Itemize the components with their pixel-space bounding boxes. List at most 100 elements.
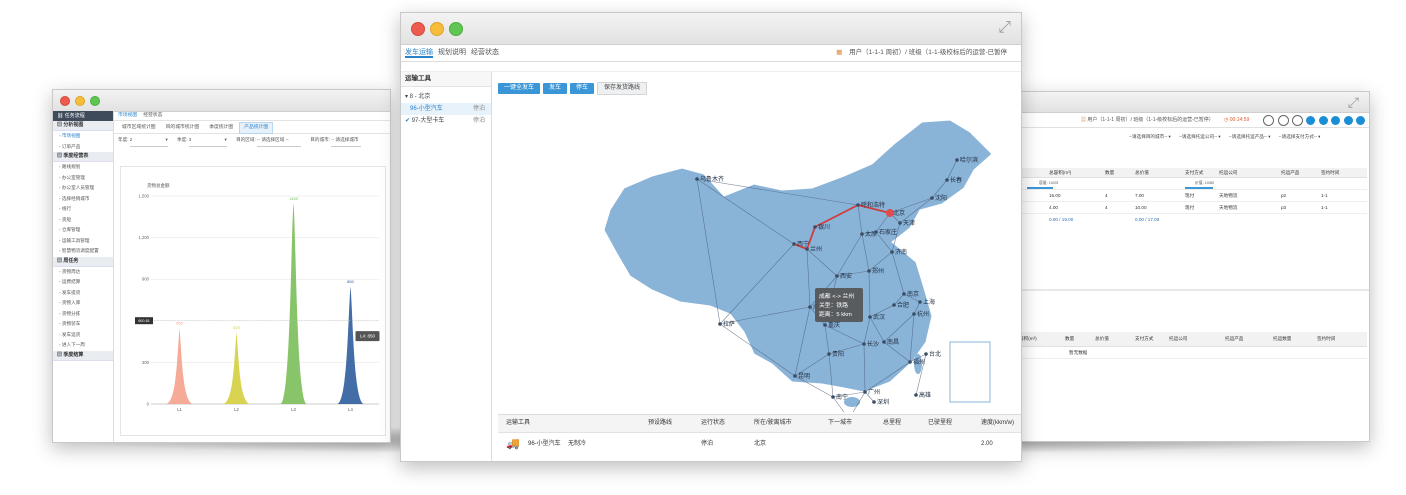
table-row[interactable]: 4.00 4 10.00 现付 天地物流 p3 1-1 bbox=[1019, 202, 1367, 214]
tab-chart[interactable]: 产品统计图 bbox=[239, 122, 274, 134]
city-marker[interactable] bbox=[882, 340, 886, 344]
column-header[interactable]: 已驶里程 bbox=[928, 415, 952, 432]
city-marker[interactable] bbox=[918, 300, 922, 304]
sidebar-item[interactable]: ◦ 货船 bbox=[53, 215, 113, 226]
filter-select[interactable]: --请选择托运公司-- ▾ bbox=[1179, 134, 1221, 139]
column-header[interactable]: 预设路线 bbox=[648, 415, 672, 432]
city-marker[interactable] bbox=[792, 242, 796, 246]
sidebar-item[interactable]: ◦ 路线规划 bbox=[53, 162, 113, 173]
series-peak[interactable] bbox=[166, 327, 193, 404]
sidebar-item[interactable]: ◦ 货物分拣 bbox=[53, 309, 113, 320]
column-header[interactable]: 所在/驶离城市 bbox=[754, 415, 792, 432]
city-marker[interactable] bbox=[827, 352, 831, 356]
close-icon[interactable] bbox=[411, 22, 425, 36]
column-header[interactable]: 数量 bbox=[1105, 168, 1114, 177]
sidebar-item[interactable]: ◦ 货物周达 bbox=[53, 267, 113, 278]
cloud-icon[interactable] bbox=[1343, 116, 1353, 126]
sidebar-item[interactable]: ◦ 发车运货 bbox=[53, 330, 113, 341]
city-marker[interactable] bbox=[695, 177, 699, 181]
city-marker[interactable] bbox=[898, 221, 902, 225]
info-icon[interactable] bbox=[1306, 116, 1316, 126]
sidebar-item[interactable]: ◦ 进入下一周 bbox=[53, 340, 113, 351]
minimize-icon[interactable] bbox=[75, 96, 85, 106]
series-peak[interactable] bbox=[223, 331, 250, 404]
city-marker[interactable] bbox=[813, 225, 817, 229]
column-header[interactable]: 总价值 bbox=[1135, 168, 1149, 177]
city-marker[interactable] bbox=[867, 269, 871, 273]
share-icon[interactable] bbox=[1356, 116, 1365, 126]
city-marker[interactable] bbox=[912, 312, 916, 316]
expand-icon[interactable]: ⤢ bbox=[998, 19, 1011, 37]
column-header[interactable]: 运行状态 bbox=[701, 415, 725, 432]
sidebar-section[interactable]: ▤ 季度经营表 bbox=[53, 152, 113, 162]
sidebar-item[interactable]: ◦ 运费结算 bbox=[53, 277, 113, 288]
sidebar-item[interactable]: ◦ 订单产品 bbox=[53, 142, 113, 153]
help-icon[interactable] bbox=[1263, 115, 1275, 127]
sidebar-item[interactable]: ◦ 货物入库 bbox=[53, 298, 113, 309]
city-marker[interactable] bbox=[945, 178, 949, 182]
tab-chart[interactable]: 目的城市统计图 bbox=[162, 123, 204, 133]
sidebar-section[interactable]: ▤ 分析视图 bbox=[53, 121, 113, 131]
sidebar-item[interactable]: ◦ 线行 bbox=[53, 204, 113, 215]
city-marker[interactable] bbox=[823, 323, 827, 327]
city-select[interactable]: -- 请选择城市 bbox=[331, 134, 362, 147]
sidebar-item[interactable]: ◦ 运输工具管理 bbox=[53, 236, 113, 247]
city-marker[interactable] bbox=[835, 274, 839, 278]
city-marker[interactable] bbox=[808, 305, 812, 309]
china-route-map[interactable]: 乌鲁木齐哈尔滨长春沈阳北京天津呼和浩特银川太原石家庄西宁兰州济南郑州西安拉萨成都… bbox=[492, 92, 1012, 412]
tab-main[interactable]: 经营状态 bbox=[143, 113, 162, 118]
sidebar-item[interactable]: ◦ 货物装车 bbox=[53, 319, 113, 330]
series-peak[interactable] bbox=[337, 286, 364, 404]
city-marker[interactable] bbox=[868, 315, 872, 319]
column-header[interactable]: 总里程 bbox=[883, 415, 901, 432]
sidebar-item[interactable]: ◦ 发车提货 bbox=[53, 288, 113, 299]
city-marker[interactable] bbox=[863, 390, 867, 394]
city-marker[interactable] bbox=[930, 196, 934, 200]
sidebar-item[interactable]: ◦ 仓库管理 bbox=[53, 225, 113, 236]
tab-chart[interactable]: 城市区域统计图 bbox=[118, 123, 160, 133]
sidebar-item[interactable]: ◦ 办公室人员管理 bbox=[53, 183, 113, 194]
city-marker[interactable] bbox=[872, 400, 876, 404]
column-header[interactable]: 托运产品 bbox=[1225, 332, 1243, 346]
column-header[interactable]: 总容积(m³) bbox=[1049, 168, 1071, 177]
settings-icon[interactable] bbox=[1292, 115, 1304, 127]
city-marker[interactable] bbox=[862, 342, 866, 346]
city-marker[interactable] bbox=[924, 352, 928, 356]
region-select[interactable]: -- 请选择区域 -- bbox=[257, 134, 301, 147]
column-header[interactable]: 速度(kkm/w) bbox=[981, 415, 1014, 432]
city-marker[interactable] bbox=[892, 303, 896, 307]
refresh-icon[interactable] bbox=[1318, 116, 1328, 126]
column-header[interactable]: 下一城市 bbox=[828, 415, 852, 432]
sidebar-item[interactable]: ◦ 智慧物流调度配置 bbox=[53, 246, 113, 257]
message-icon[interactable] bbox=[1331, 116, 1341, 126]
vehicle-item[interactable]: ✔ 97-大型卡车 停泊 bbox=[401, 115, 491, 127]
close-icon[interactable] bbox=[60, 96, 70, 106]
sidebar-item[interactable]: ◦ 办公室管理 bbox=[53, 173, 113, 184]
city-marker[interactable] bbox=[902, 292, 906, 296]
maximize-icon[interactable] bbox=[90, 96, 100, 106]
expand-icon[interactable]: ⤢ bbox=[1348, 94, 1359, 111]
minimize-icon[interactable] bbox=[430, 22, 444, 36]
chart-icon[interactable] bbox=[1277, 115, 1289, 127]
city-marker[interactable] bbox=[831, 395, 835, 399]
table-row[interactable]: 15.00 4 7.00 现付 天地物流 p2 1-1 bbox=[1019, 190, 1367, 202]
city-marker[interactable] bbox=[856, 203, 860, 207]
column-header[interactable]: 运输工具 bbox=[506, 415, 530, 432]
column-header[interactable]: 托运数量 bbox=[1273, 332, 1291, 346]
sidebar-item[interactable]: ◦ 选择经销城市 bbox=[53, 194, 113, 205]
series-peak[interactable] bbox=[280, 202, 307, 404]
city-marker[interactable] bbox=[718, 322, 722, 326]
city-marker[interactable] bbox=[805, 247, 809, 251]
vehicle-item[interactable]: 96-小型汽车 停泊 bbox=[401, 103, 491, 115]
city-marker[interactable] bbox=[890, 250, 894, 254]
tab-center[interactable]: 规划说明 bbox=[438, 49, 466, 56]
city-marker[interactable] bbox=[874, 230, 878, 234]
city-marker[interactable] bbox=[914, 393, 918, 397]
column-header[interactable]: 签约时间 bbox=[1321, 168, 1339, 177]
tab-main[interactable]: 市场视图 bbox=[118, 113, 137, 118]
tab-center[interactable]: 发车运输 bbox=[405, 49, 433, 58]
table-row[interactable]: 🚚 96-小型汽车 无制冷 停泊 北京 2.00 bbox=[498, 433, 1021, 455]
column-header[interactable]: 托运公司 bbox=[1169, 332, 1187, 346]
column-header[interactable]: 支付方式 bbox=[1185, 168, 1203, 177]
tab-center[interactable]: 经营状态 bbox=[471, 49, 499, 56]
